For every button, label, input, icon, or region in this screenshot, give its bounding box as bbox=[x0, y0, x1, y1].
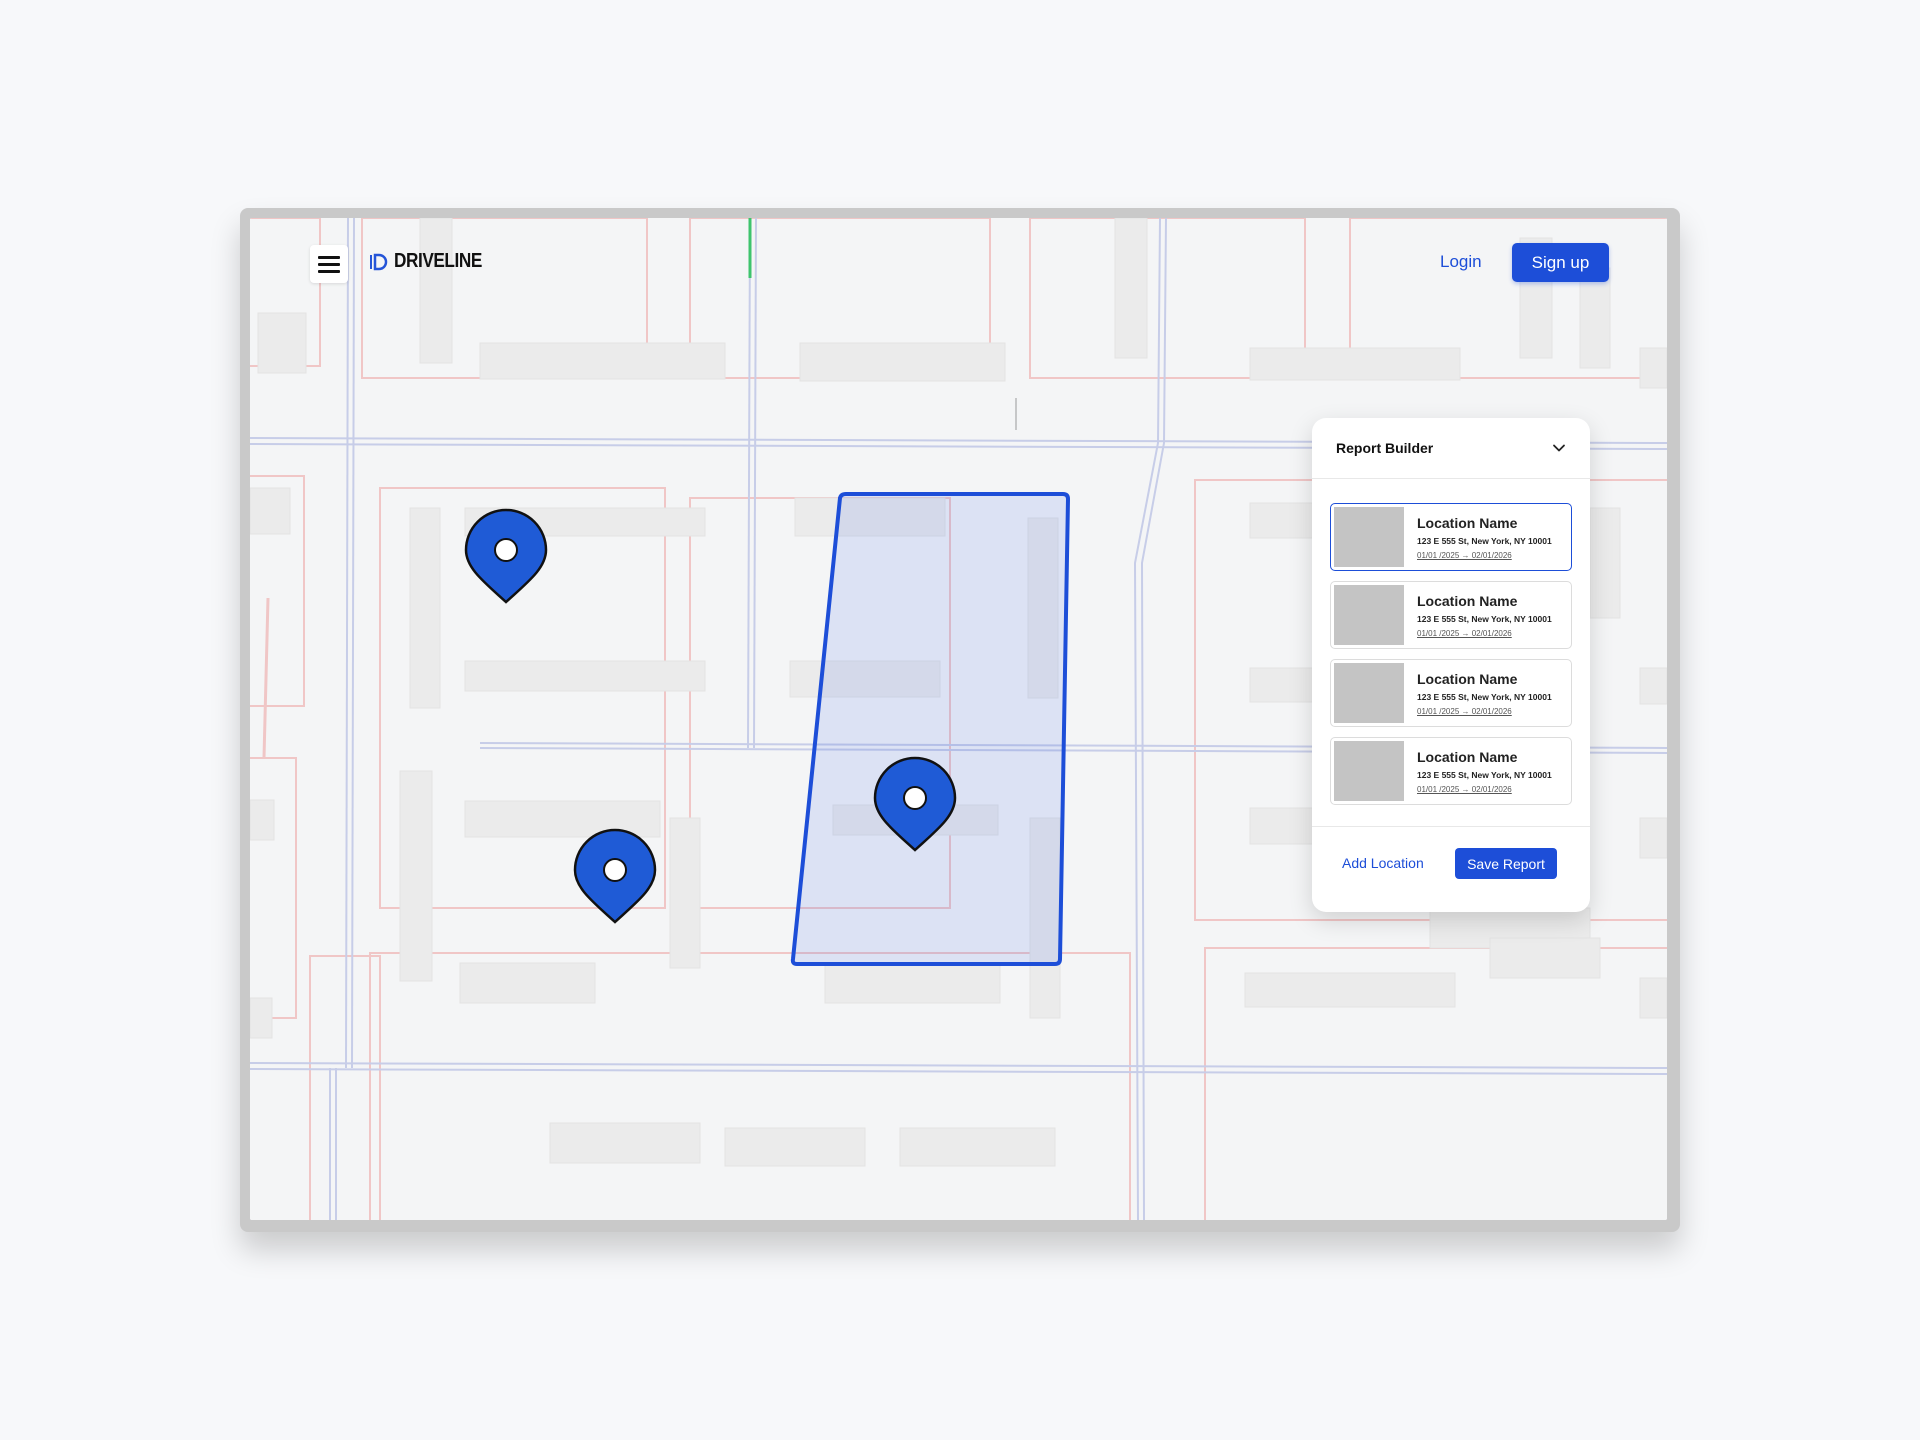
report-builder-header[interactable]: Report Builder bbox=[1312, 418, 1590, 479]
location-name: Location Name bbox=[1417, 748, 1518, 765]
chevron-down-icon[interactable] bbox=[1552, 441, 1566, 455]
signup-button[interactable]: Sign up bbox=[1512, 243, 1609, 282]
location-address: 123 E 555 St, New York, NY 10001 bbox=[1417, 769, 1552, 780]
selection-polygon bbox=[790, 492, 1071, 966]
location-name: Location Name bbox=[1417, 514, 1518, 531]
add-location-button[interactable]: Add Location bbox=[1342, 855, 1424, 871]
location-thumbnail bbox=[1334, 741, 1404, 801]
location-date-range[interactable]: 01/01 /2025 → 02/01/2026 bbox=[1417, 785, 1552, 794]
location-list: Location Name 123 E 555 St, New York, NY… bbox=[1312, 479, 1590, 805]
location-name: Location Name bbox=[1417, 670, 1518, 687]
brand-logo[interactable]: DRIVELINE bbox=[370, 250, 496, 273]
menu-icon-bar bbox=[318, 255, 340, 259]
menu-icon-bar bbox=[318, 262, 340, 266]
save-report-button[interactable]: Save Report bbox=[1455, 848, 1557, 879]
panel-footer: Add Location Save Report bbox=[1312, 826, 1590, 913]
location-card[interactable]: Location Name 123 E 555 St, New York, NY… bbox=[1330, 503, 1572, 571]
location-date-range[interactable]: 01/01 /2025 → 02/01/2026 bbox=[1417, 707, 1552, 716]
location-date-range[interactable]: 01/01 /2025 → 02/01/2026 bbox=[1417, 629, 1552, 638]
device-frame: DRIVELINE Login Sign up Report Builder L… bbox=[240, 208, 1680, 1232]
logo-icon bbox=[370, 253, 388, 270]
report-builder-panel: Report Builder Location Name 123 E 555 S… bbox=[1312, 418, 1590, 912]
location-address: 123 E 555 St, New York, NY 10001 bbox=[1417, 613, 1552, 624]
location-card[interactable]: Location Name 123 E 555 St, New York, NY… bbox=[1330, 737, 1572, 805]
location-card[interactable]: Location Name 123 E 555 St, New York, NY… bbox=[1330, 659, 1572, 727]
location-thumbnail bbox=[1334, 507, 1404, 567]
location-name: Location Name bbox=[1417, 592, 1518, 609]
login-link[interactable]: Login bbox=[1440, 252, 1482, 272]
location-card[interactable]: Location Name 123 E 555 St, New York, NY… bbox=[1330, 581, 1572, 649]
hamburger-menu-button[interactable] bbox=[310, 245, 348, 283]
location-address: 123 E 555 St, New York, NY 10001 bbox=[1417, 535, 1552, 546]
app-screen: DRIVELINE Login Sign up Report Builder L… bbox=[250, 218, 1667, 1220]
location-address: 123 E 555 St, New York, NY 10001 bbox=[1417, 691, 1552, 702]
location-date-range[interactable]: 01/01 /2025 → 02/01/2026 bbox=[1417, 551, 1552, 560]
location-thumbnail bbox=[1334, 663, 1404, 723]
brand-name: DRIVELINE bbox=[394, 250, 482, 272]
menu-icon-bar bbox=[318, 269, 340, 273]
panel-title: Report Builder bbox=[1336, 440, 1434, 456]
location-thumbnail bbox=[1334, 585, 1404, 645]
